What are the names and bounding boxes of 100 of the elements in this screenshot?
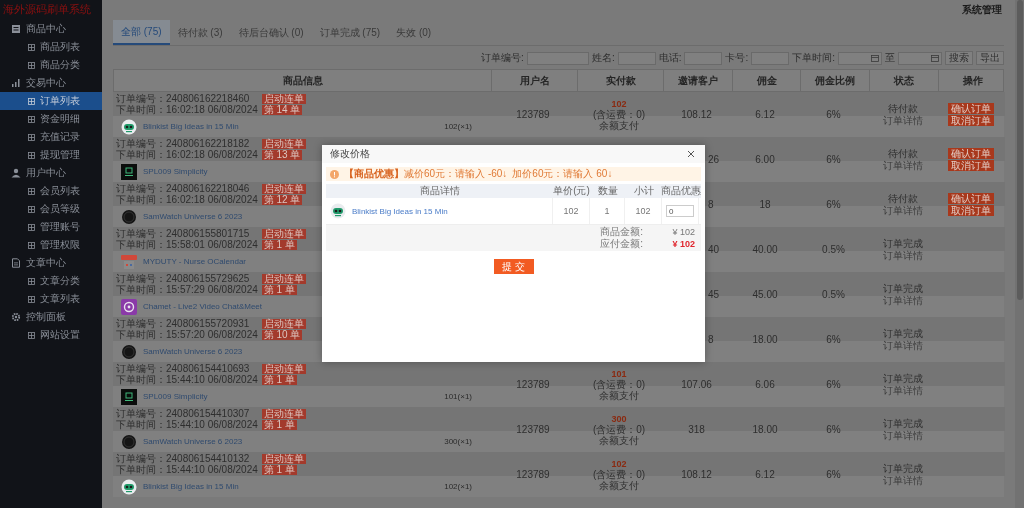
calendar-icon <box>871 54 879 62</box>
filter-label: 电话: <box>658 51 682 65</box>
date-input[interactable] <box>838 51 882 65</box>
close-icon[interactable] <box>687 150 695 158</box>
action-button[interactable]: 取消订单 <box>948 115 994 126</box>
commission-ratio: 6% <box>826 109 841 120</box>
scrollbar[interactable] <box>1015 0 1024 508</box>
action-button[interactable]: 确认订单 <box>948 103 994 114</box>
commission: 45.00 <box>752 289 778 300</box>
watch-face-icon <box>121 388 137 405</box>
quantity: 1 <box>590 198 625 224</box>
robot-icon <box>121 118 137 135</box>
column-header: 小计 <box>632 184 655 198</box>
sidebar-group[interactable]: 控制面板 <box>0 308 102 326</box>
commission: 18.00 <box>752 334 778 345</box>
chat-app-icon <box>121 298 137 315</box>
action-button[interactable]: 取消订单 <box>948 160 994 171</box>
sidebar-item[interactable]: 会员列表 <box>0 182 102 200</box>
sidebar-item[interactable]: 文章列表 <box>0 290 102 308</box>
product-name[interactable]: Blinkist Big Ideas in 15 Min <box>143 482 239 491</box>
grid-plus-icon <box>28 277 35 285</box>
sidebar-item[interactable]: 管理权限 <box>0 236 102 254</box>
column-header: 用户名 <box>491 70 577 91</box>
filter-label: 订单编号: <box>481 51 524 65</box>
grid-plus-icon <box>28 187 35 195</box>
paid-amount: 101 <box>611 368 627 379</box>
grid-plus-icon <box>28 115 35 123</box>
invite-amount: 40 <box>708 244 720 255</box>
grid-plus-icon <box>28 97 35 105</box>
app-title: 海外源码刷单系统 <box>2 2 92 17</box>
payment-method: 余额支付 <box>599 390 639 401</box>
scrollbar-thumb[interactable] <box>1016 0 1023 300</box>
order-tag: 第 1 单 <box>261 284 297 295</box>
commission: 40.00 <box>752 244 778 255</box>
column-header: 佣金比例 <box>800 70 869 91</box>
product-quantity: 300(×1) <box>444 437 472 446</box>
paid-amount: 300 <box>611 413 627 424</box>
sidebar-group[interactable]: 商品中心 <box>0 20 102 38</box>
summary-value: ¥ 102 <box>671 239 695 249</box>
action-button[interactable]: 确认订单 <box>948 193 994 204</box>
product-name[interactable]: Blinkist Big Ideas in 15 Min <box>352 206 448 216</box>
sidebar-item[interactable]: 提现管理 <box>0 146 102 164</box>
sidebar-item[interactable]: 文章分类 <box>0 272 102 290</box>
sidebar-item[interactable]: 商品分类 <box>0 56 102 74</box>
date-input[interactable] <box>898 51 942 65</box>
list-icon <box>11 24 21 34</box>
sidebar-group-label: 交易中心 <box>26 76 66 90</box>
order-tag: 启动连单 <box>261 363 306 374</box>
order-tag: 启动连单 <box>261 273 306 284</box>
product-name[interactable]: MYDUTY - Nurse OCalendar <box>143 257 246 266</box>
sidebar-item[interactable]: 会员等级 <box>0 200 102 218</box>
grid-plus-icon <box>28 331 35 339</box>
filter-button[interactable]: 导出 <box>976 51 1004 65</box>
invite-amount: 107.06 <box>681 379 712 390</box>
document-icon <box>11 258 21 268</box>
payment-method: 余额支付 <box>599 120 639 131</box>
sidebar-item[interactable]: 管理账号 <box>0 218 102 236</box>
invite-amount: 8 <box>708 199 714 210</box>
product-name[interactable]: SamWatch Universe 6 2023 <box>143 347 243 356</box>
user-menu[interactable]: 系统管理 <box>962 3 1002 17</box>
sidebar-item[interactable]: 商品列表 <box>0 38 102 56</box>
order-tag: 启动连单 <box>261 183 306 194</box>
sidebar-group[interactable]: 用户中心 <box>0 164 102 182</box>
watch-face-icon <box>121 163 137 180</box>
grid-plus-icon <box>28 151 35 159</box>
tab[interactable]: 全部 (75) <box>113 20 170 45</box>
column-header: 数量 <box>596 184 619 198</box>
sidebar-item[interactable]: 订单列表 <box>0 92 102 110</box>
grid-plus-icon <box>28 223 35 231</box>
sidebar-group[interactable]: 交易中心 <box>0 74 102 92</box>
discount-input[interactable]: 0 <box>666 205 694 217</box>
sidebar-item[interactable]: 充值记录 <box>0 128 102 146</box>
product-quantity: 102(×1) <box>444 122 472 131</box>
commission-ratio: 6% <box>826 424 841 435</box>
product-name[interactable]: SPL009 Simplicity <box>143 167 208 176</box>
grid-plus-icon <box>28 43 35 51</box>
sidebar-item[interactable]: 资金明细 <box>0 110 102 128</box>
summary-value: ¥ 102 <box>671 227 695 237</box>
product-name[interactable]: Chamet - Live2 Video Chat&Meet <box>143 302 263 311</box>
product-name[interactable]: SamWatch Universe 6 2023 <box>143 437 243 446</box>
action-button[interactable]: 取消订单 <box>948 205 994 216</box>
sidebar-group-label: 文章中心 <box>26 256 66 270</box>
action-button[interactable]: 确认订单 <box>948 148 994 159</box>
order-tag: 启动连单 <box>261 138 306 149</box>
sidebar-item[interactable]: 网站设置 <box>0 326 102 344</box>
product-quantity: 101(×1) <box>444 392 472 401</box>
column-header: 邀请客户 <box>663 70 732 91</box>
sidebar-group[interactable]: 文章中心 <box>0 254 102 272</box>
invite-amount: 318 <box>688 424 705 435</box>
order-tag: 第 13 单 <box>261 149 303 160</box>
commission-ratio: 0.5% <box>822 244 845 255</box>
product-name[interactable]: SamWatch Universe 6 2023 <box>143 212 243 221</box>
submit-button[interactable]: 提 交 <box>493 259 534 274</box>
filter-button[interactable]: 搜索 <box>945 51 973 65</box>
order-tag: 第 1 单 <box>261 419 297 430</box>
order-tag: 第 14 单 <box>261 104 303 115</box>
product-name[interactable]: Blinkist Big Ideas in 15 Min <box>143 122 239 131</box>
shipping-note: (含运费：0) <box>592 469 646 480</box>
product-name[interactable]: SPL009 Simplicity <box>143 392 208 401</box>
commission: 18.00 <box>752 424 778 435</box>
